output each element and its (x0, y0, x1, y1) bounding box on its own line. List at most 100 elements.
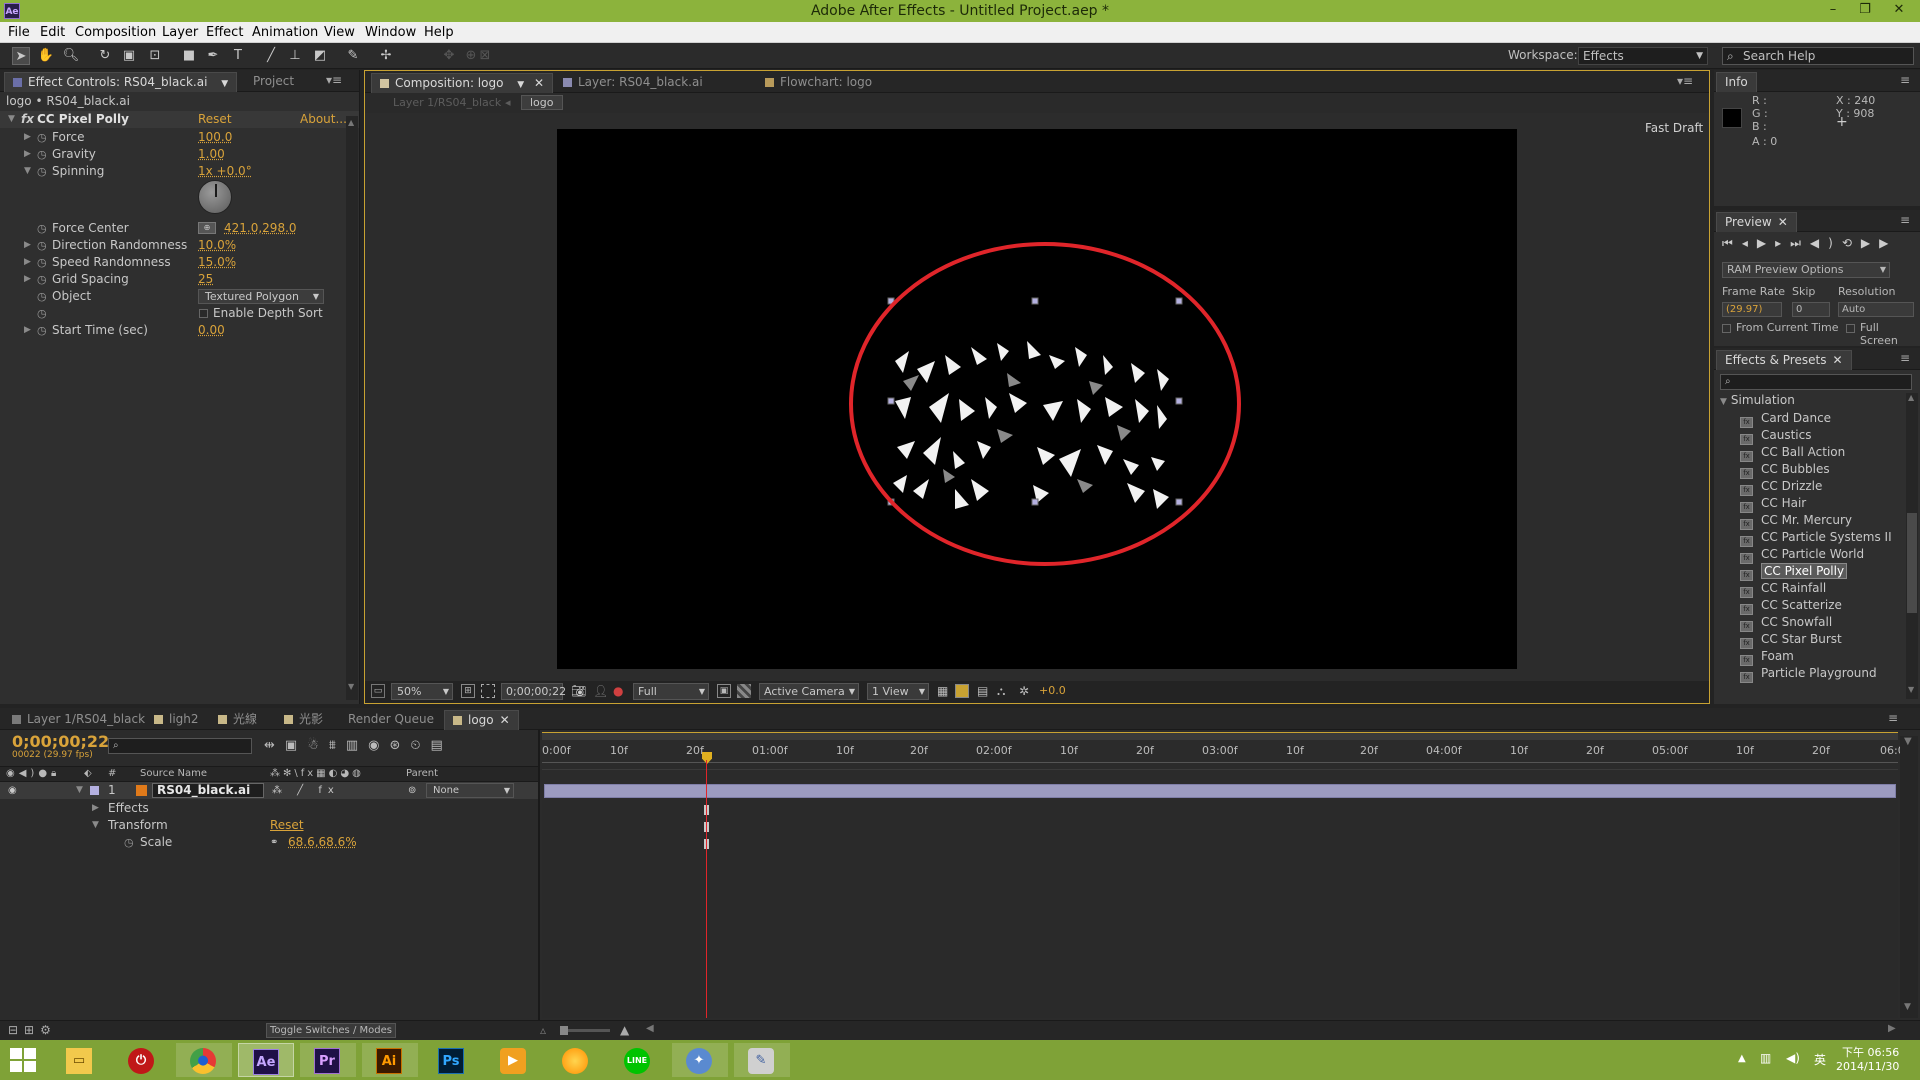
breadcrumb-layer[interactable]: Layer 1/RS04_black (393, 96, 501, 109)
taskbar-illustrator[interactable]: Ai (362, 1043, 418, 1077)
first-frame-icon[interactable]: ⏮ (1722, 236, 1742, 250)
tab-timeline-light-line[interactable]: 光線 (210, 710, 265, 730)
breadcrumb-logo[interactable]: logo (521, 95, 563, 110)
zoom-in-icon[interactable]: ▼ (1904, 736, 1912, 747)
effect-item[interactable]: fx CC Drizzle (1740, 478, 1822, 496)
composition-canvas[interactable] (557, 129, 1517, 669)
skip-dropdown[interactable]: 0 (1792, 302, 1830, 317)
menu-window[interactable]: Window (365, 22, 416, 43)
constrain-link-icon[interactable]: ⚭ (270, 834, 278, 851)
tab-composition-logo[interactable]: Composition: logo ▼ ✕ (371, 73, 554, 93)
axis-mode-icon[interactable]: ✥ (440, 47, 458, 65)
effects-search-input[interactable]: ⌕ (1720, 374, 1912, 390)
taskbar-photoshop[interactable]: Ps (424, 1043, 480, 1077)
scroll-down-icon[interactable]: ▼ (348, 682, 354, 691)
brush-tool-icon[interactable]: ╱ (262, 47, 280, 65)
grid-guides-icon[interactable]: ⊞ (461, 684, 475, 698)
clock-date[interactable]: 2014/11/30 (1836, 1060, 1899, 1073)
col-source-name[interactable]: Source Name (140, 768, 207, 779)
selection-tool-icon[interactable]: ➤ (12, 47, 30, 65)
disclosure-open-icon[interactable]: ▼ (8, 111, 15, 128)
col-parent[interactable]: Parent (406, 768, 438, 779)
region-of-interest-icon[interactable] (481, 684, 495, 698)
effect-item[interactable]: fx CC Particle Systems II (1740, 529, 1892, 547)
toggle-switches-modes-button[interactable]: Toggle Switches / Modes (266, 1023, 396, 1038)
effect-item[interactable]: fx Card Dance (1740, 410, 1831, 428)
menu-edit[interactable]: Edit (40, 22, 65, 43)
camera-view-dropdown[interactable]: Active Camera ▼ (759, 683, 859, 700)
close-tab-icon[interactable]: ✕ (1778, 215, 1788, 229)
ram-preview-options-dropdown[interactable]: RAM Preview Options ▼ (1722, 262, 1890, 278)
timeline-search-input[interactable]: ⌕ (108, 738, 252, 754)
disclosure-open-icon[interactable]: ▼ (76, 782, 83, 799)
zoom-out-icon[interactable]: ▵ (540, 1023, 546, 1037)
menu-help[interactable]: Help (424, 22, 454, 43)
flowchart-toggle-icon[interactable]: ⛬ (997, 684, 1005, 699)
play-icon[interactable]: ▶ (1757, 236, 1775, 250)
composition-mini-flowchart-icon[interactable]: ⇹ (264, 738, 285, 753)
timeline-toggle-icon[interactable]: ▤ (977, 684, 988, 698)
disclosure-open-icon[interactable]: ▼ (24, 163, 31, 180)
clock-time[interactable]: 下午 06:56 (1842, 1044, 1899, 1060)
transform-reset-link[interactable]: Reset (270, 817, 304, 834)
param-value[interactable]: 0.00 (198, 322, 225, 339)
clone-stamp-tool-icon[interactable]: ⊥ (286, 47, 304, 65)
scroll-down-icon[interactable]: ▼ (1908, 685, 1914, 694)
maximize-button[interactable]: ❐ (1850, 0, 1880, 22)
effects-scrollbar[interactable]: ▲ ▼ (1906, 393, 1918, 699)
close-button[interactable]: ✕ (1884, 0, 1914, 22)
stopwatch-icon[interactable]: ◷ (37, 163, 47, 180)
param-value[interactable]: 25 (198, 271, 213, 288)
close-tab-icon[interactable]: ✕ (534, 76, 544, 90)
param-value[interactable]: 15.0% (198, 254, 236, 271)
panel-menu-icon[interactable]: ▾≡ (1677, 74, 1693, 88)
resolution-dropdown[interactable]: Full ▼ (633, 683, 709, 700)
tab-layer[interactable]: Layer: RS04_black.ai (555, 73, 711, 93)
stopwatch-icon[interactable]: ◷ (37, 288, 47, 305)
effect-item[interactable]: fx CC Particle World (1740, 546, 1864, 564)
frame-rate-dropdown[interactable]: (29.97) (1722, 302, 1782, 317)
disclosure-closed-icon[interactable]: ▶ (24, 271, 31, 288)
search-help-input[interactable]: ⌕ Search Help (1722, 47, 1914, 65)
graph-editor-icon[interactable]: ◉ (368, 738, 389, 753)
stopwatch-icon[interactable]: ◷ (37, 129, 47, 146)
label-color-swatch[interactable] (90, 786, 99, 795)
timeline-timecode[interactable]: 0;00;00;22 (12, 732, 109, 751)
minimize-button[interactable]: – (1818, 0, 1848, 22)
zoom-slider[interactable] (560, 1026, 610, 1035)
close-tab-icon[interactable]: ✕ (1832, 353, 1842, 367)
menu-layer[interactable]: Layer (162, 22, 198, 43)
tab-info[interactable]: Info (1716, 72, 1757, 92)
scroll-left-icon[interactable]: ◀ (646, 1023, 654, 1034)
taskbar-app-b[interactable]: ✎ (734, 1043, 790, 1077)
taskbar-power[interactable]: ⏻ (114, 1043, 170, 1077)
view-axis-icon[interactable]: ⊠ (476, 47, 494, 65)
effect-controls-scrollbar[interactable]: ▲ ▼ (346, 116, 358, 700)
taskbar-media-player[interactable]: ▶ (486, 1043, 542, 1077)
taskbar-weather[interactable] (548, 1043, 604, 1077)
object-dropdown[interactable]: Textured Polygon ▼ (198, 289, 324, 304)
effect-item[interactable]: fx CC Scatterize (1740, 597, 1842, 615)
motion-blur-icon[interactable]: ▥ (346, 738, 368, 753)
crosshair-icon[interactable]: ⊕ (198, 222, 216, 234)
tray-expand-icon[interactable]: ▲ (1738, 1053, 1746, 1064)
stopwatch-icon[interactable]: ◷ (37, 271, 47, 288)
enable-depth-sort-checkbox[interactable] (199, 309, 208, 318)
tab-effects-presets[interactable]: Effects & Presets ✕ (1716, 350, 1852, 370)
menu-animation[interactable]: Animation (252, 22, 318, 43)
work-area-bar[interactable] (542, 732, 1898, 740)
brainstorm-icon[interactable]: ⊛ (389, 738, 410, 753)
stopwatch-icon[interactable]: ◷ (124, 834, 134, 851)
tab-timeline-ligh2[interactable]: ligh2 (146, 710, 207, 730)
workspace-dropdown[interactable]: Effects ▼ (1578, 47, 1708, 65)
stopwatch-icon[interactable]: ◷ (37, 146, 47, 163)
type-tool-icon[interactable]: T (229, 47, 247, 65)
table-row[interactable]: ◉ ▼ 1 RS04_black.ai ⁂ ╱ fx ⊚ None ▼ (0, 782, 540, 799)
panel-menu-icon[interactable]: ≡ (1900, 213, 1910, 227)
disclosure-open-icon[interactable]: ▼ (92, 817, 99, 834)
magnification-dropdown[interactable]: 50% ▼ (391, 683, 453, 700)
scroll-right-icon[interactable]: ▶ (1888, 1023, 1896, 1034)
view-layout-dropdown[interactable]: 1 View ▼ (867, 683, 929, 700)
param-value[interactable]: 1.00 (198, 146, 225, 163)
tab-preview[interactable]: Preview ✕ (1716, 212, 1797, 232)
